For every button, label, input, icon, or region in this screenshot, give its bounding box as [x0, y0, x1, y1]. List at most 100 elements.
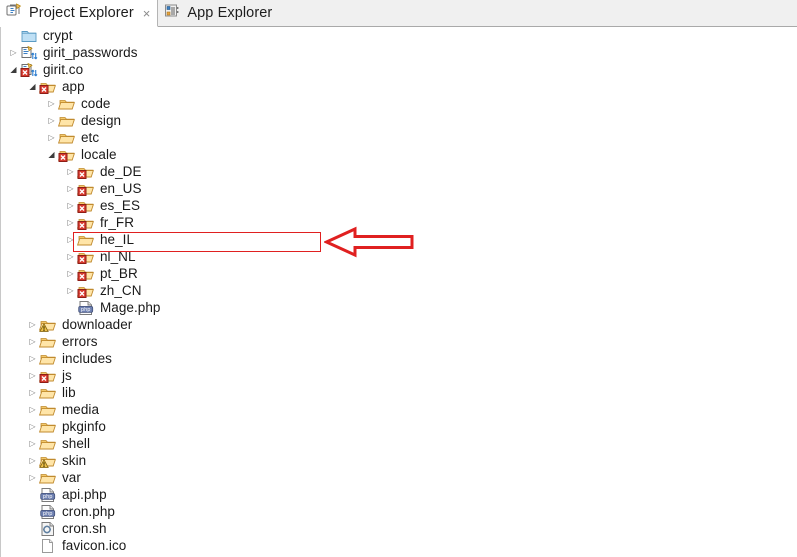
tab-project-explorer[interactable]: Project Explorer × — [0, 0, 159, 27]
tab-app-explorer[interactable]: App Explorer — [158, 0, 280, 26]
chevron-down-icon[interactable]: ◢ — [26, 82, 39, 91]
tree-row-js[interactable]: ▷ js — [1, 367, 797, 384]
tree-row-label: es_ES — [100, 198, 141, 213]
tree-row-errors[interactable]: ▷ errors — [1, 333, 797, 350]
chevron-right-icon[interactable]: ▷ — [7, 48, 20, 57]
tree-row-label: code — [81, 96, 111, 111]
tree-row-label: shell — [62, 436, 91, 451]
chevron-right-icon[interactable]: ▷ — [26, 388, 39, 397]
chevron-right-icon[interactable]: ▷ — [26, 456, 39, 465]
folder-plain-icon — [58, 130, 76, 146]
tree-row-favicon-ico[interactable]: favicon.ico — [1, 537, 797, 554]
tree-row-code[interactable]: ▷ code — [1, 95, 797, 112]
tree-row-girit_passwords[interactable]: ▷ girit_passwords — [1, 44, 797, 61]
folder-plain-icon — [39, 402, 57, 418]
tree-row-shell[interactable]: ▷ shell — [1, 435, 797, 452]
chevron-down-icon[interactable]: ◢ — [7, 65, 20, 74]
folder-error-icon — [77, 198, 95, 214]
php-file-icon: php — [39, 504, 57, 520]
tree-row-var[interactable]: ▷ var — [1, 469, 797, 486]
tree-row-en_us[interactable]: ▷ en_US — [1, 180, 797, 197]
tree-row-app[interactable]: ◢ app — [1, 78, 797, 95]
tree-row-label: locale — [81, 147, 117, 162]
tab-label: Project Explorer — [29, 5, 134, 21]
chevron-right-icon[interactable]: ▷ — [45, 116, 58, 125]
folder-error-icon — [77, 181, 95, 197]
chevron-right-icon[interactable]: ▷ — [64, 252, 77, 261]
chevron-right-icon[interactable]: ▷ — [26, 354, 39, 363]
chevron-right-icon[interactable]: ▷ — [26, 439, 39, 448]
project-explorer-icon — [6, 3, 23, 23]
tree-row-cron-php[interactable]: php cron.php — [1, 503, 797, 520]
chevron-right-icon[interactable]: ▷ — [64, 184, 77, 193]
tree-row-label: de_DE — [100, 164, 142, 179]
tree-row-es_es[interactable]: ▷ es_ES — [1, 197, 797, 214]
tree-row-skin[interactable]: ▷ skin — [1, 452, 797, 469]
folder-plain-icon — [77, 232, 95, 248]
tree-row-lib[interactable]: ▷ lib — [1, 384, 797, 401]
tree-row-label: crypt — [43, 28, 73, 43]
folder-plain-icon — [58, 96, 76, 112]
chevron-down-icon[interactable]: ◢ — [45, 150, 58, 159]
tree-row-label: girit.co — [43, 62, 84, 77]
tree-row-pt_br[interactable]: ▷ pt_BR — [1, 265, 797, 282]
tab-bar-empty-space — [279, 0, 797, 26]
chevron-right-icon[interactable]: ▷ — [26, 320, 39, 329]
folder-warning-icon — [39, 317, 57, 333]
tree-row-label: etc — [81, 130, 100, 145]
tree-row-label: favicon.ico — [62, 538, 127, 553]
tree-row-downloader[interactable]: ▷ downloader — [1, 316, 797, 333]
chevron-right-icon[interactable]: ▷ — [26, 422, 39, 431]
tree-row-nl_nl[interactable]: ▷ nl_NL — [1, 248, 797, 265]
chevron-right-icon[interactable]: ▷ — [64, 201, 77, 210]
tree-row-media[interactable]: ▷ media — [1, 401, 797, 418]
chevron-right-icon[interactable]: ▷ — [64, 218, 77, 227]
tree-row-mage-php[interactable]: php Mage.php — [1, 299, 797, 316]
plain-file-icon — [39, 538, 57, 554]
tree-row-label: he_IL — [100, 232, 135, 247]
chevron-right-icon[interactable]: ▷ — [64, 235, 77, 244]
tree-row-crypt[interactable]: crypt — [1, 27, 797, 44]
tree-row-etc[interactable]: ▷ etc — [1, 129, 797, 146]
chevron-right-icon[interactable]: ▷ — [26, 473, 39, 482]
tree-row-api-php[interactable]: php api.php — [1, 486, 797, 503]
tree-row-label: lib — [62, 385, 76, 400]
folder-error-icon — [58, 147, 76, 163]
chevron-right-icon[interactable]: ▷ — [64, 167, 77, 176]
chevron-right-icon[interactable]: ▷ — [64, 286, 77, 295]
tree-row-he_il[interactable]: ▷ he_IL — [1, 231, 797, 248]
chevron-right-icon[interactable]: ▷ — [26, 405, 39, 414]
tree-row-label: skin — [62, 453, 87, 468]
tree-row-label: downloader — [62, 317, 133, 332]
tree-row-label: zh_CN — [100, 283, 142, 298]
chevron-right-icon[interactable]: ▷ — [45, 133, 58, 142]
tree-row-label: nl_NL — [100, 249, 136, 264]
tree-row-fr_fr[interactable]: ▷ fr_FR — [1, 214, 797, 231]
chevron-right-icon[interactable]: ▷ — [26, 337, 39, 346]
chevron-right-icon[interactable]: ▷ — [64, 269, 77, 278]
tree-row-girit-co[interactable]: ◢ girit.co — [1, 61, 797, 78]
tree-row-cron-sh[interactable]: cron.sh — [1, 520, 797, 537]
tree-row-label: cron.sh — [62, 521, 107, 536]
tree-row-zh_cn[interactable]: ▷ zh_CN — [1, 282, 797, 299]
tree-row-label: var — [62, 470, 81, 485]
tree-row-label: pkginfo — [62, 419, 106, 434]
tree-row-label: js — [62, 368, 72, 383]
close-icon[interactable]: × — [143, 7, 151, 20]
project-explorer-tree[interactable]: crypt ▷ girit_passwords ◢ girit.co ◢ app ▷ code ▷… — [0, 27, 797, 557]
tree-row-design[interactable]: ▷ design — [1, 112, 797, 129]
svg-text:php: php — [43, 511, 53, 517]
tree-row-pkginfo[interactable]: ▷ pkginfo — [1, 418, 797, 435]
tree-row-locale[interactable]: ◢ locale — [1, 146, 797, 163]
folder-error-icon — [77, 266, 95, 282]
tree-row-includes[interactable]: ▷ includes — [1, 350, 797, 367]
chevron-right-icon[interactable]: ▷ — [26, 371, 39, 380]
folder-plain-icon — [39, 470, 57, 486]
folder-plain-icon — [39, 351, 57, 367]
tree-row-label: errors — [62, 334, 98, 349]
svg-text:php: php — [43, 494, 53, 500]
tree-row-label: cron.php — [62, 504, 115, 519]
chevron-right-icon[interactable]: ▷ — [45, 99, 58, 108]
folder-error-icon — [77, 249, 95, 265]
tree-row-de_de[interactable]: ▷ de_DE — [1, 163, 797, 180]
